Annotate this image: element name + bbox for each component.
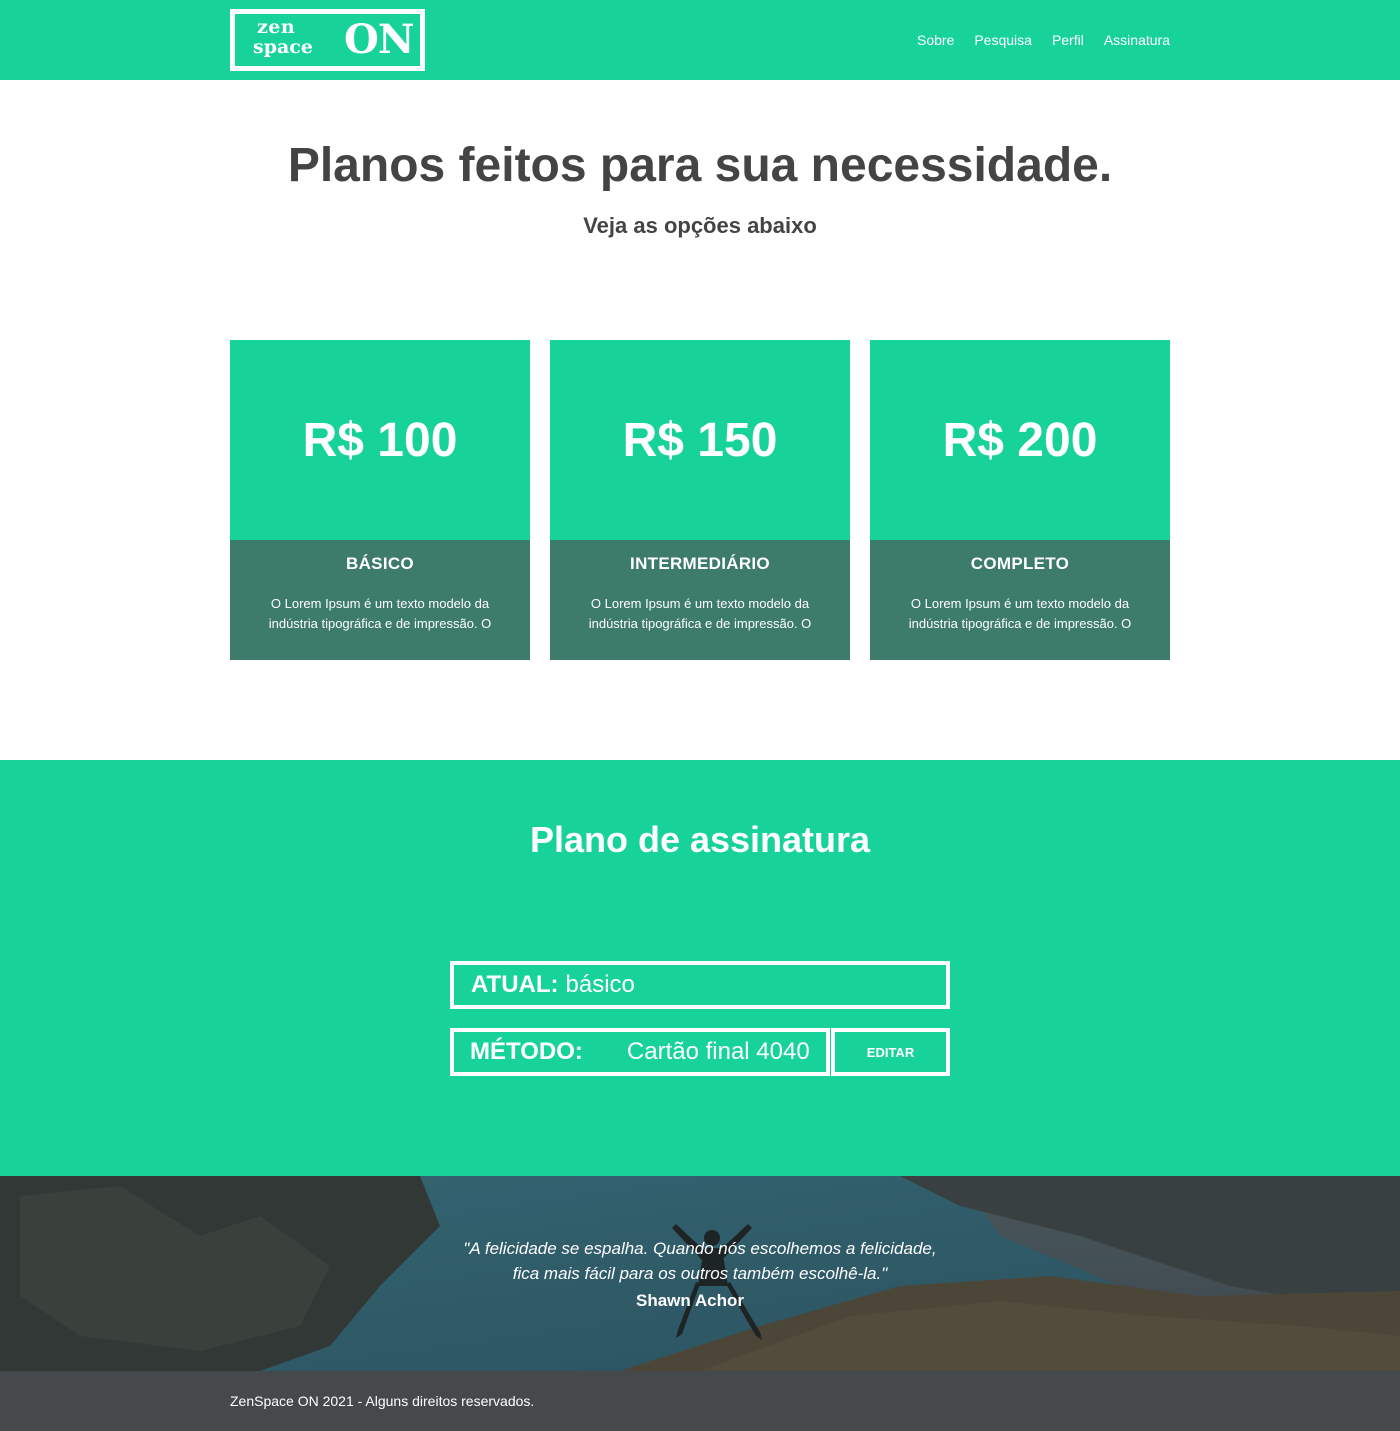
nav-link-assinatura[interactable]: Assinatura	[1104, 31, 1170, 49]
current-plan-value: básico	[565, 971, 635, 998]
plan-description: O Lorem Ipsum é um texto modelo da indús…	[268, 596, 492, 631]
payment-method-value: Cartão final 4040	[626, 1038, 810, 1065]
subscription-section: Plano de assinatura ATUAL: básico MÉTODO…	[0, 760, 1400, 1176]
quote-text: "A felicidade se espalha. Quando nós esc…	[0, 1236, 1400, 1286]
logo-line-zen: zen	[257, 16, 296, 38]
nav-link-perfil[interactable]: Perfil	[1052, 31, 1084, 49]
main-nav: Sobre Pesquisa Perfil Assinatura	[917, 31, 1170, 49]
plan-info: BÁSICO O Lorem Ipsum é um texto modelo d…	[230, 540, 530, 660]
plan-name: COMPLETO	[970, 554, 1070, 573]
plan-description: O Lorem Ipsum é um texto modelo da indús…	[908, 596, 1132, 631]
quote-line-2: fica mais fácil para os outros também es…	[512, 1264, 888, 1283]
zenspace-logo[interactable]: zen space ON	[230, 9, 425, 71]
plan-price: R$ 200	[942, 413, 1098, 467]
quote-author: Shawn Achor	[636, 1291, 744, 1310]
payment-method-label: MÉTODO:	[470, 1038, 583, 1065]
nav-link-pesquisa[interactable]: Pesquisa	[974, 31, 1032, 49]
logo-mark-on: ON	[344, 16, 414, 63]
plan-name: BÁSICO	[346, 554, 414, 573]
site-footer: ZenSpace ON 2021 - Alguns direitos reser…	[0, 1371, 1400, 1431]
current-plan-label: ATUAL:	[471, 971, 559, 998]
copyright-text: ZenSpace ON 2021 - Alguns direitos reser…	[230, 1393, 535, 1409]
payment-method-box: MÉTODO: Cartão final 4040	[450, 1028, 830, 1076]
page-title: Planos feitos para sua necessidade.	[287, 139, 1113, 192]
site-header: zen space ON Sobre Pesquisa Perfil Assin…	[0, 0, 1400, 80]
page-subtitle: Veja as opções abaixo	[583, 213, 817, 238]
logo-line-space: space	[253, 36, 313, 58]
plan-price-box: R$ 100	[230, 340, 530, 540]
quote-line-1: "A felicidade se espalha. Quando nós esc…	[463, 1239, 937, 1258]
nav-link-sobre[interactable]: Sobre	[917, 31, 954, 49]
plan-description: O Lorem Ipsum é um texto modelo da indús…	[588, 596, 812, 631]
plan-card-completo[interactable]: R$ 200 COMPLETO O Lorem Ipsum é um texto…	[870, 340, 1170, 660]
plan-price-box: R$ 150	[550, 340, 850, 540]
current-plan-box: ATUAL: básico	[450, 961, 950, 1009]
plan-card-intermediario[interactable]: R$ 150 INTERMEDIÁRIO O Lorem Ipsum é um …	[550, 340, 850, 660]
plan-price: R$ 100	[302, 413, 458, 467]
quote-banner: "A felicidade se espalha. Quando nós esc…	[0, 1176, 1400, 1371]
subscription-title: Plano de assinatura	[529, 819, 871, 860]
plan-name: INTERMEDIÁRIO	[630, 554, 770, 573]
edit-payment-button[interactable]: EDITAR	[831, 1028, 950, 1076]
plan-card-basico[interactable]: R$ 100 BÁSICO O Lorem Ipsum é um texto m…	[230, 340, 530, 660]
plan-info: COMPLETO O Lorem Ipsum é um texto modelo…	[870, 540, 1170, 660]
plan-price: R$ 150	[622, 413, 778, 467]
plan-info: INTERMEDIÁRIO O Lorem Ipsum é um texto m…	[550, 540, 850, 660]
plan-price-box: R$ 200	[870, 340, 1170, 540]
